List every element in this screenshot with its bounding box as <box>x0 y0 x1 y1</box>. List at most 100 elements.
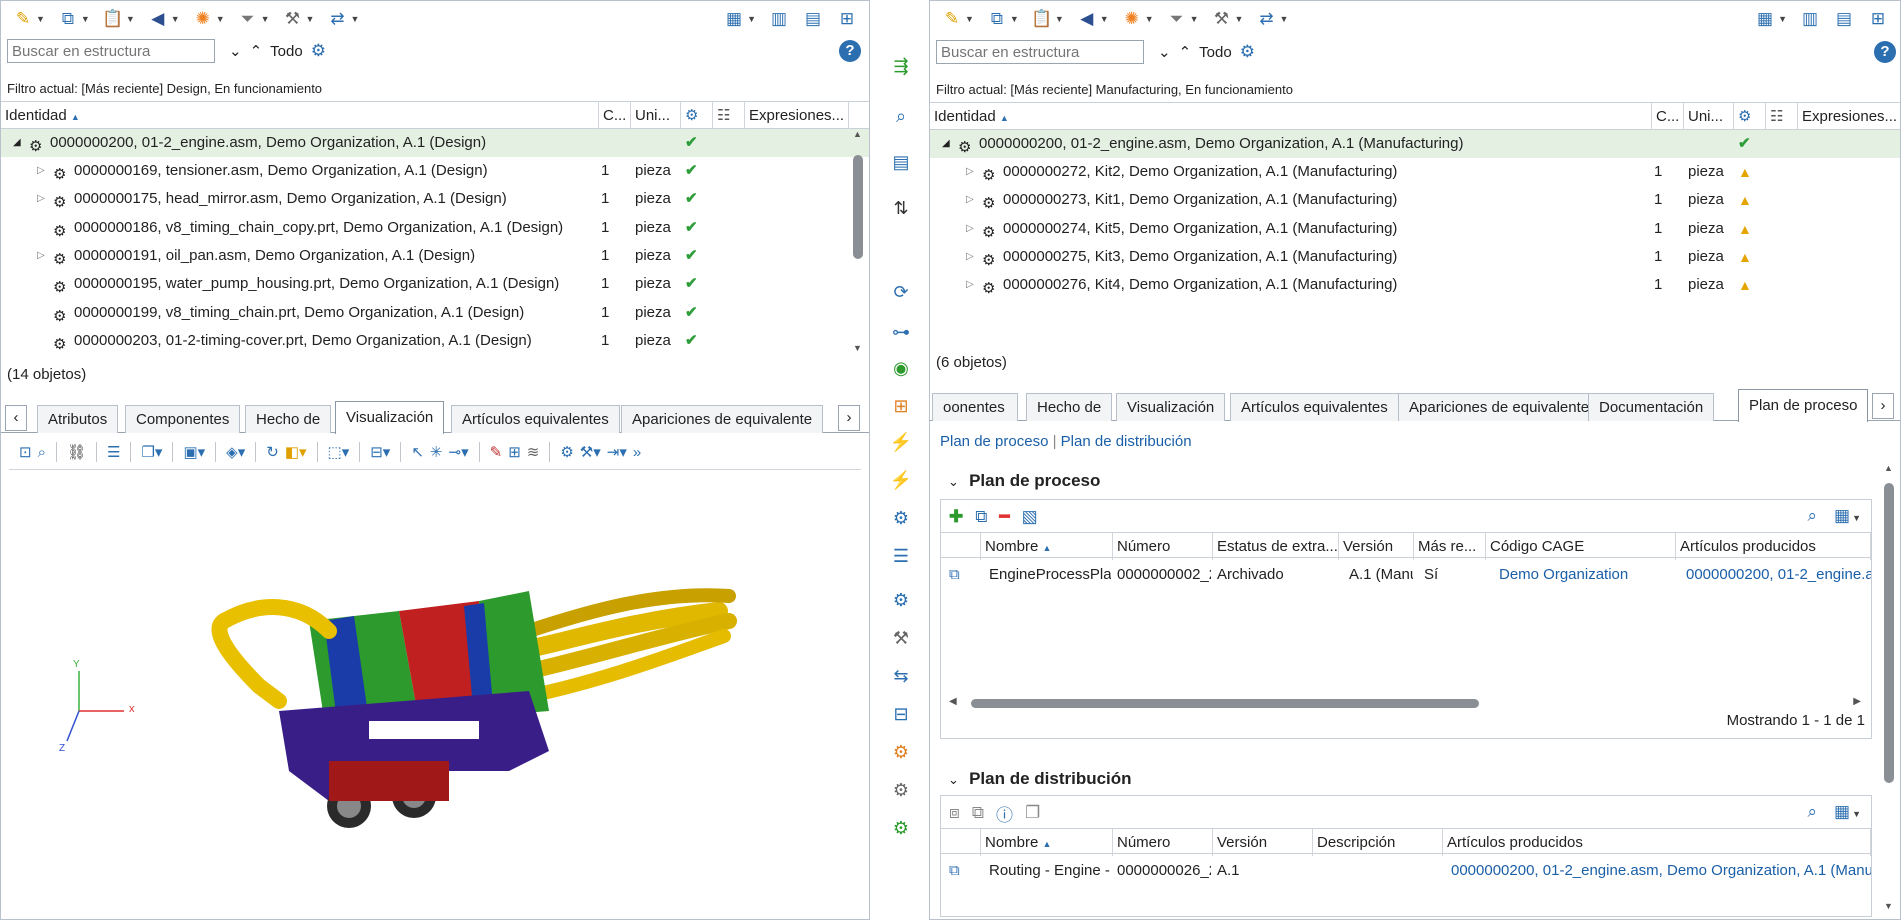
edit-pencil-button[interactable]: ✎ ▼ <box>938 6 977 32</box>
new-icon[interactable]: ⧈ <box>949 803 960 823</box>
layout-vertical-button[interactable]: ▥ <box>765 6 793 32</box>
col-description[interactable]: Descripción <box>1313 829 1443 856</box>
tab-made-from[interactable]: Hecho de <box>1026 393 1113 421</box>
col-number[interactable]: Número <box>1113 533 1213 560</box>
table-row[interactable]: ▷ ⚙ 0000000274, Kit5, Demo Organization, A… <box>930 215 1900 243</box>
tools-button[interactable]: ⚒ ▼ <box>1208 6 1247 32</box>
resource-icon[interactable]: ⚙ <box>887 586 915 614</box>
refresh-button[interactable]: ⇄ ▼ <box>1252 6 1291 32</box>
tree-root-row[interactable]: ◢ ⚙ 0000000200, 01-2_engine.asm, Demo Org… <box>1 129 869 157</box>
col-quantity[interactable]: C... <box>599 102 631 129</box>
table-row[interactable]: ⚙ 0000000203, 01-2-timing-cover.prt, Demo… <box>1 327 869 355</box>
chevron-down-icon[interactable]: ⌄ <box>229 42 242 60</box>
tab-visualization[interactable]: Visualización <box>1116 393 1226 421</box>
expand-icon[interactable]: ▷ <box>37 242 45 270</box>
search-options-icon[interactable]: ⚙ <box>311 41 326 61</box>
transfer-icon[interactable]: ⇆ <box>887 662 915 690</box>
chevron-up-icon[interactable]: ⌃ <box>1179 43 1192 61</box>
config-icon[interactable]: ⚙ <box>887 738 915 766</box>
left-scrollbar[interactable]: ▲ ▼ <box>851 129 865 353</box>
help-icon[interactable]: ? <box>839 40 861 62</box>
tab-made-from[interactable]: Hecho de <box>245 405 332 433</box>
insert-button[interactable]: ⧉ ▼ <box>983 6 1022 32</box>
parts-add-icon[interactable]: ⚙ <box>887 814 915 842</box>
tab-scroll-left[interactable]: ‹ <box>5 405 27 431</box>
left-scroll-thumb[interactable] <box>853 155 863 259</box>
overlap-icon[interactable]: ◉ <box>887 354 915 382</box>
expand-icon[interactable]: ▷ <box>966 271 974 299</box>
insert-existing-icon[interactable]: ⧉ <box>975 507 987 527</box>
actions-button[interactable]: ✺ ▼ <box>189 6 228 32</box>
expand-icon[interactable]: ▷ <box>37 157 45 185</box>
edit-pencil-button[interactable]: ✎ ▼ <box>9 6 48 32</box>
insert-button[interactable]: ⧉ ▼ <box>54 6 93 32</box>
tools-button[interactable]: ⚒ ▼ <box>279 6 318 32</box>
list-assign-icon[interactable]: ☰ <box>887 542 915 570</box>
details-icon[interactable]: ▧ <box>1022 507 1038 527</box>
clipboard-button[interactable]: 📋 ▼ <box>1028 6 1067 32</box>
report-icon[interactable]: ▤ <box>887 148 915 176</box>
tab-visualization[interactable]: Visualización <box>335 401 445 434</box>
settings-icon[interactable]: ⚒▾ <box>580 443 601 461</box>
zoom-fit-icon[interactable]: ⊡ <box>19 443 32 461</box>
collapse-chevron-icon[interactable]: ⌄ <box>948 772 959 787</box>
rotate-icon[interactable]: ↻ <box>266 443 279 461</box>
tab-equivalent-occurrences[interactable]: Apariciones de equivalente <box>621 405 824 433</box>
table-row[interactable]: ▷ ⚙ 0000000272, Kit2, Demo Organization, A… <box>930 158 1900 186</box>
structure-icon[interactable]: ⛓ <box>67 443 86 461</box>
remove-icon[interactable]: ━ <box>999 507 1009 527</box>
table-row[interactable]: ⚙ 0000000186, v8_timing_chain_copy.prt, D… <box>1 214 869 242</box>
render-icon[interactable]: ◈▾ <box>226 443 245 461</box>
col-unit[interactable]: Uni... <box>1684 103 1734 130</box>
filter-button[interactable]: ⏷ ▼ <box>234 6 273 32</box>
actions-button[interactable]: ✺ ▼ <box>1118 6 1157 32</box>
col-expressions[interactable]: Expresiones... <box>745 102 849 129</box>
col-status-icon[interactable]: ⚙ <box>1734 103 1766 130</box>
explode-icon[interactable]: ✳ <box>430 443 443 461</box>
assign-icon[interactable]: ⚙ <box>887 504 915 532</box>
layout-grid-button[interactable]: ▦ ▼ <box>1751 6 1790 32</box>
more-icon[interactable]: » <box>633 444 641 461</box>
search-input[interactable] <box>936 40 1144 64</box>
expand-icon[interactable]: ▷ <box>37 185 45 213</box>
refresh-button[interactable]: ⇄ ▼ <box>323 6 362 32</box>
tab-components[interactable]: Componentes <box>125 405 241 433</box>
structure-compare-icon[interactable]: ⇶ <box>887 52 915 80</box>
expand-icon[interactable]: ▷ <box>966 186 974 214</box>
find-in-table-icon[interactable]: ⌕ <box>1807 506 1817 526</box>
export-icon[interactable]: ⇥▾ <box>607 443 627 461</box>
col-name[interactable]: Nombre ▲ <box>981 829 1113 856</box>
col-name[interactable]: Nombre ▲ <box>981 533 1113 560</box>
col-tree-icon[interactable]: ☷ <box>713 102 745 129</box>
display-icon[interactable]: ▣▾ <box>183 443 205 461</box>
sync-structures-icon[interactable]: ⟳ <box>887 278 915 306</box>
all-toggle[interactable]: Todo <box>1199 44 1232 61</box>
cell-produced-link[interactable]: 0000000200, 01-2_engine.asm, Demo Organi… <box>1451 856 1871 886</box>
tab-scroll-right[interactable]: › <box>1872 393 1894 419</box>
cell-produced-link[interactable]: 0000000200, 01-2_engine.a <box>1686 560 1871 590</box>
chevron-down-icon[interactable]: ⌄ <box>1158 43 1171 61</box>
col-produced[interactable]: Artículos producidos <box>1676 533 1871 560</box>
tab-equivalent-occurrences[interactable]: Apariciones de equivalente <box>1398 393 1601 421</box>
tab-equivalent-articles[interactable]: Artículos equivalentes <box>451 405 620 433</box>
search-input[interactable] <box>7 39 215 63</box>
zoom-select-icon[interactable]: ⌕ <box>38 444 46 461</box>
horizontal-scroll-thumb[interactable] <box>971 699 1479 708</box>
col-quantity[interactable]: C... <box>1652 103 1684 130</box>
table-row[interactable]: ▷ ⚙ 0000000175, head_mirror.asm, Demo Orga… <box>1 185 869 213</box>
help-icon[interactable]: ? <box>1874 41 1896 63</box>
horizontal-scrollbar[interactable]: ◀ ▶ <box>949 696 1861 710</box>
distribution-plan-section-header[interactable]: ⌄ Plan de distribución <box>948 769 1132 789</box>
sublink-distribution-plan[interactable]: Plan de distribución <box>1061 433 1192 450</box>
clipboard-button[interactable]: 📋 ▼ <box>99 6 138 32</box>
navigate-button[interactable]: ◀ ▼ <box>1073 6 1112 32</box>
search-options-icon[interactable]: ⚙ <box>1240 42 1255 62</box>
collapse-chevron-icon[interactable]: ⌄ <box>948 474 959 489</box>
col-unit[interactable]: Uni... <box>631 102 681 129</box>
right-detail-scrollbar[interactable]: ▲ ▼ <box>1882 463 1896 911</box>
fit-all-icon[interactable]: ⊞ <box>508 443 521 461</box>
collapse-icon[interactable]: ◢ <box>13 129 21 157</box>
col-number[interactable]: Número <box>1113 829 1213 856</box>
col-identity[interactable]: Identidad ▲ <box>930 103 1652 130</box>
process-plan-section-header[interactable]: ⌄ Plan de proceso <box>948 471 1100 491</box>
